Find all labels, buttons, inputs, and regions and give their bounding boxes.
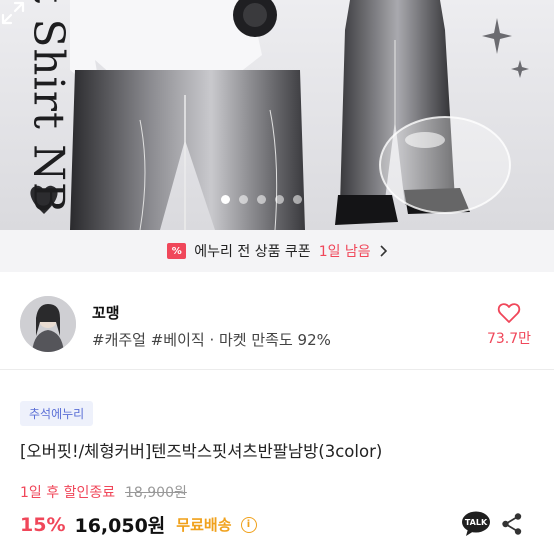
sale-price: 16,050원 [74, 515, 166, 537]
carousel-dot[interactable] [239, 195, 248, 204]
talk-icon-label: TALK [465, 518, 488, 527]
discount-deadline: 1일 후 할인종료 [20, 485, 116, 501]
carousel-dot[interactable] [257, 195, 266, 204]
expand-icon[interactable] [0, 0, 26, 26]
coupon-text: 에누리 전 상품 쿠폰 [194, 244, 311, 260]
avatar-image [20, 296, 76, 352]
like-count: 73.7만 [486, 331, 532, 347]
price-row: 15% 16,050원 무료배송 i [20, 511, 257, 538]
avatar[interactable] [20, 296, 76, 352]
info-icon[interactable]: i [240, 516, 257, 533]
shop-row[interactable]: 꼬맹 #캐주얼 #베이직 · 마켓 만족도 92% 73.7만 [0, 272, 554, 370]
original-price: 18,900원 [125, 485, 187, 501]
chat-talk-icon[interactable]: TALK [461, 511, 491, 537]
product-image-carousel[interactable]: it Shirt NB [0, 0, 554, 230]
coupon-remaining: 1일 남음 [318, 244, 371, 260]
carousel-dot[interactable] [221, 195, 230, 204]
shipping-label: 무료배송 [176, 516, 232, 534]
carousel-dot[interactable] [275, 195, 284, 204]
share-icon[interactable] [501, 512, 523, 536]
discount-rate: 15% [20, 513, 66, 536]
like-button[interactable]: 73.7만 [478, 302, 540, 348]
chevron-right-icon [380, 245, 387, 257]
vertical-product-title: it Shirt NB [24, 0, 74, 214]
carousel-dot[interactable] [293, 195, 302, 204]
coupon-icon: % [167, 243, 187, 259]
shop-tags: #캐주얼 #베이직 · 마켓 만족도 92% [92, 331, 331, 349]
event-badge: 추석에누리 [20, 401, 94, 426]
heart-icon [497, 303, 521, 323]
product-title: [오버핏!/체형커버]텐즈박스핏셔츠반팔남방(3color) [20, 442, 383, 461]
shop-name[interactable]: 꼬맹 [92, 302, 120, 323]
coupon-banner[interactable]: % 에누리 전 상품 쿠폰 1일 남음 [0, 230, 554, 272]
carousel-indicator [221, 195, 302, 204]
